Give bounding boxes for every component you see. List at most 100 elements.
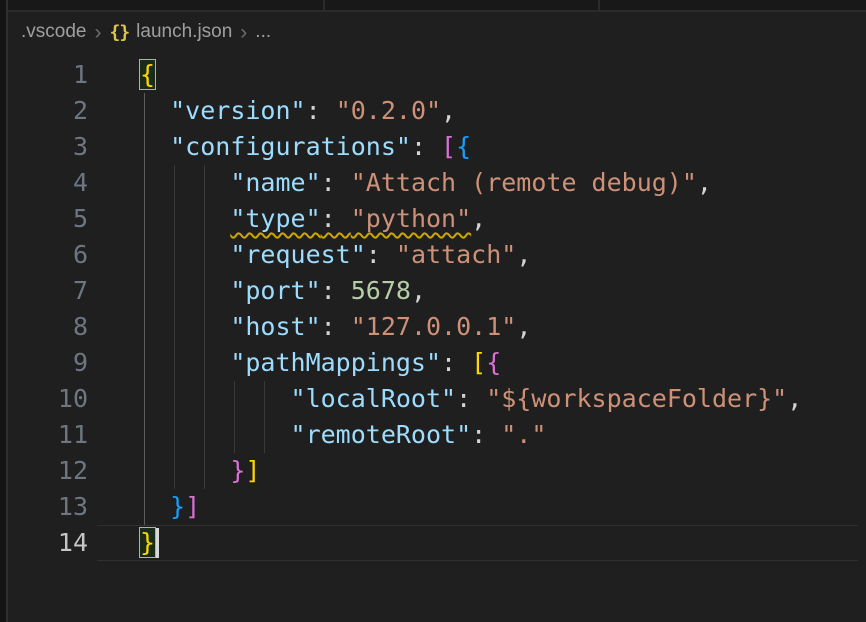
code-token: "127.0.0.1": [351, 312, 517, 341]
code-line[interactable]: 7 "port": 5678,: [0, 273, 866, 309]
code-line[interactable]: 6 "request": "attach",: [0, 237, 866, 273]
code-token: :: [306, 96, 336, 125]
code-token: [140, 456, 230, 485]
line-number[interactable]: 6: [0, 237, 88, 273]
code-text[interactable]: "port": 5678,: [140, 273, 426, 309]
code-line[interactable]: 3 "configurations": [{: [0, 129, 866, 165]
breadcrumb-file[interactable]: launch.json: [136, 21, 232, 43]
line-number[interactable]: 5: [0, 201, 88, 237]
code-token: [: [441, 132, 456, 161]
code-token: :: [471, 420, 501, 449]
code-token: "configurations": [170, 132, 411, 161]
line-number[interactable]: 12: [0, 453, 88, 489]
current-line-highlight: [97, 525, 858, 561]
bracket-match-highlight: }: [140, 528, 155, 557]
code-text[interactable]: "pathMappings": [{: [140, 345, 501, 381]
line-number[interactable]: 4: [0, 165, 88, 201]
code-token: "attach": [396, 240, 516, 269]
code-text[interactable]: "localRoot": "${workspaceFolder}",: [140, 381, 802, 417]
code-token: {: [486, 348, 501, 377]
code-token: [140, 348, 230, 377]
line-number[interactable]: 2: [0, 93, 88, 129]
code-token: [140, 240, 230, 269]
code-text[interactable]: {: [140, 57, 155, 93]
code-token: [140, 312, 230, 341]
vscode-editor-window: .vscode › {} launch.json › ... 1{2 "vers…: [0, 0, 866, 622]
code-token: [140, 132, 170, 161]
code-line[interactable]: 2 "version": "0.2.0",: [0, 93, 866, 129]
code-token: ,: [411, 276, 426, 305]
code-token: 5678: [351, 276, 411, 305]
editor-rows: 1{2 "version": "0.2.0",3 "configurations…: [0, 57, 866, 561]
code-line[interactable]: 8 "host": "127.0.0.1",: [0, 309, 866, 345]
breadcrumb: .vscode › {} launch.json › ...: [0, 12, 866, 52]
code-token: "0.2.0": [336, 96, 441, 125]
code-token: "${workspaceFolder}": [486, 384, 787, 413]
line-number[interactable]: 3: [0, 129, 88, 165]
code-token: "version": [170, 96, 305, 125]
code-text[interactable]: "remoteRoot": ".": [140, 417, 546, 453]
code-token: "request": [230, 240, 365, 269]
code-text[interactable]: "configurations": [{: [140, 129, 471, 165]
line-number[interactable]: 14: [0, 525, 88, 561]
line-number[interactable]: 10: [0, 381, 88, 417]
code-token: [: [471, 348, 486, 377]
code-token: }: [230, 456, 245, 485]
code-token: ]: [185, 492, 200, 521]
code-token: :: [411, 132, 441, 161]
code-token: :: [321, 204, 351, 233]
code-text[interactable]: }]: [140, 453, 260, 489]
line-number[interactable]: 11: [0, 417, 88, 453]
code-token: "host": [230, 312, 320, 341]
line-number[interactable]: 1: [0, 57, 88, 93]
code-line[interactable]: 4 "name": "Attach (remote debug)",: [0, 165, 866, 201]
code-line[interactable]: 9 "pathMappings": [{: [0, 345, 866, 381]
code-token: [140, 384, 291, 413]
code-line[interactable]: 11 "remoteRoot": ".": [0, 417, 866, 453]
line-number[interactable]: 9: [0, 345, 88, 381]
breadcrumb-symbol-more[interactable]: ...: [255, 21, 271, 43]
code-text[interactable]: }: [140, 525, 155, 561]
code-token: {: [456, 132, 471, 161]
tab-separator: [598, 0, 600, 10]
code-line[interactable]: 13 }]: [0, 489, 866, 525]
code-token: :: [456, 384, 486, 413]
code-line[interactable]: 10 "localRoot": "${workspaceFolder}",: [0, 381, 866, 417]
code-line[interactable]: 5 "type": "python",: [0, 201, 866, 237]
code-line[interactable]: 1{: [0, 57, 866, 93]
code-token: "Attach (remote debug)": [351, 168, 697, 197]
code-token: ,: [516, 312, 531, 341]
line-number[interactable]: 7: [0, 273, 88, 309]
code-token: :: [321, 312, 351, 341]
line-number[interactable]: 8: [0, 309, 88, 345]
code-text[interactable]: "host": "127.0.0.1",: [140, 309, 531, 345]
window-left-border: [0, 0, 8, 622]
code-token: :: [366, 240, 396, 269]
code-text[interactable]: "type": "python",: [140, 201, 486, 237]
code-text[interactable]: "request": "attach",: [140, 237, 531, 273]
code-token: [140, 96, 170, 125]
code-token: "port": [230, 276, 320, 305]
code-line[interactable]: 12 }]: [0, 453, 866, 489]
code-token: "python": [351, 204, 471, 233]
code-token: ]: [245, 456, 260, 485]
code-text[interactable]: }]: [140, 489, 200, 525]
code-token: :: [321, 276, 351, 305]
breadcrumb-folder[interactable]: .vscode: [21, 21, 86, 43]
code-token: ,: [697, 168, 712, 197]
code-text[interactable]: "name": "Attach (remote debug)",: [140, 165, 712, 201]
code-token: ".": [501, 420, 546, 449]
tab-bar: [0, 0, 866, 12]
code-line[interactable]: 14}: [0, 525, 866, 561]
text-cursor: [156, 528, 159, 558]
code-token: [140, 492, 170, 521]
chevron-right-icon: ›: [240, 22, 247, 43]
code-text[interactable]: "version": "0.2.0",: [140, 93, 456, 129]
code-token: "localRoot": [291, 384, 457, 413]
code-token: ,: [787, 384, 802, 413]
line-number[interactable]: 13: [0, 489, 88, 525]
code-token: ,: [441, 96, 456, 125]
json-file-icon: {}: [109, 22, 129, 43]
code-token: [140, 276, 230, 305]
code-token: "type": [230, 204, 320, 233]
